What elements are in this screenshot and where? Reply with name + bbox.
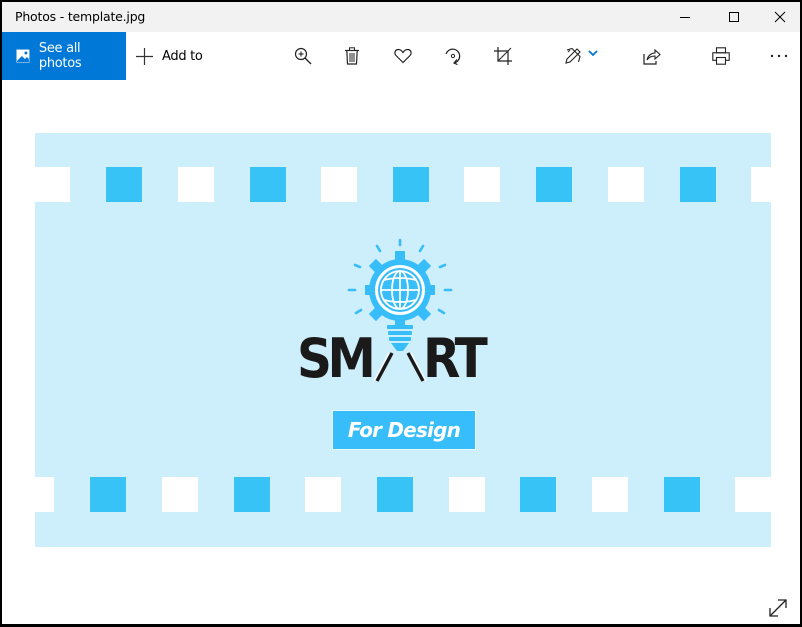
photo-icon <box>16 49 30 63</box>
print-button[interactable] <box>701 32 741 80</box>
print-icon <box>712 47 730 65</box>
share-icon <box>643 48 661 65</box>
more-options-button[interactable] <box>759 32 799 80</box>
full-screen-button[interactable] <box>766 596 790 620</box>
add-to-label: Add to <box>162 48 203 64</box>
logo-text-left: SM <box>297 327 376 390</box>
see-all-photos-label: See all photos <box>38 41 82 71</box>
window-title: Photos - template.jpg <box>15 9 146 24</box>
close-icon <box>774 11 786 23</box>
crop-button[interactable] <box>483 32 523 80</box>
bulb-base <box>387 325 413 351</box>
tagline-box: For Design <box>332 410 476 450</box>
smart-logo <box>347 238 453 382</box>
edit-pencil-icon <box>565 47 581 64</box>
globe-icon <box>380 270 420 310</box>
maximize-button[interactable] <box>711 2 757 32</box>
add-to-button[interactable]: Add to <box>136 32 203 80</box>
favorite-button[interactable] <box>383 32 423 80</box>
title-bar: Photos - template.jpg <box>2 2 800 32</box>
toolbar: See all photos Add to <box>2 32 800 80</box>
a-legs-highlight <box>373 352 427 382</box>
crop-icon <box>494 47 512 65</box>
zoom-in-button[interactable] <box>283 32 323 80</box>
see-all-photos-button[interactable]: See all photos <box>2 32 126 80</box>
a-legs <box>375 352 425 382</box>
delete-button[interactable] <box>332 32 372 80</box>
share-button[interactable] <box>632 32 672 80</box>
more-icon <box>770 54 788 58</box>
chevron-down-icon <box>588 50 598 57</box>
zoom-in-icon <box>294 47 312 65</box>
trash-icon <box>345 47 359 65</box>
rotate-button[interactable] <box>433 32 473 80</box>
plus-icon <box>136 47 153 65</box>
minimize-button[interactable] <box>662 2 708 32</box>
expand-icon <box>769 599 787 617</box>
rotate-icon <box>445 48 461 65</box>
tagline-text: For Design <box>347 418 461 442</box>
heart-icon <box>394 48 412 64</box>
minimize-icon <box>680 17 690 18</box>
maximize-icon <box>729 12 739 22</box>
edit-create-button[interactable] <box>558 32 604 80</box>
photo-canvas: SM RT For Design <box>35 133 771 547</box>
logo-text-right: RT <box>423 327 488 390</box>
photos-app-window: Photos - template.jpg See all photos Add… <box>2 2 800 624</box>
close-button[interactable] <box>757 2 800 32</box>
